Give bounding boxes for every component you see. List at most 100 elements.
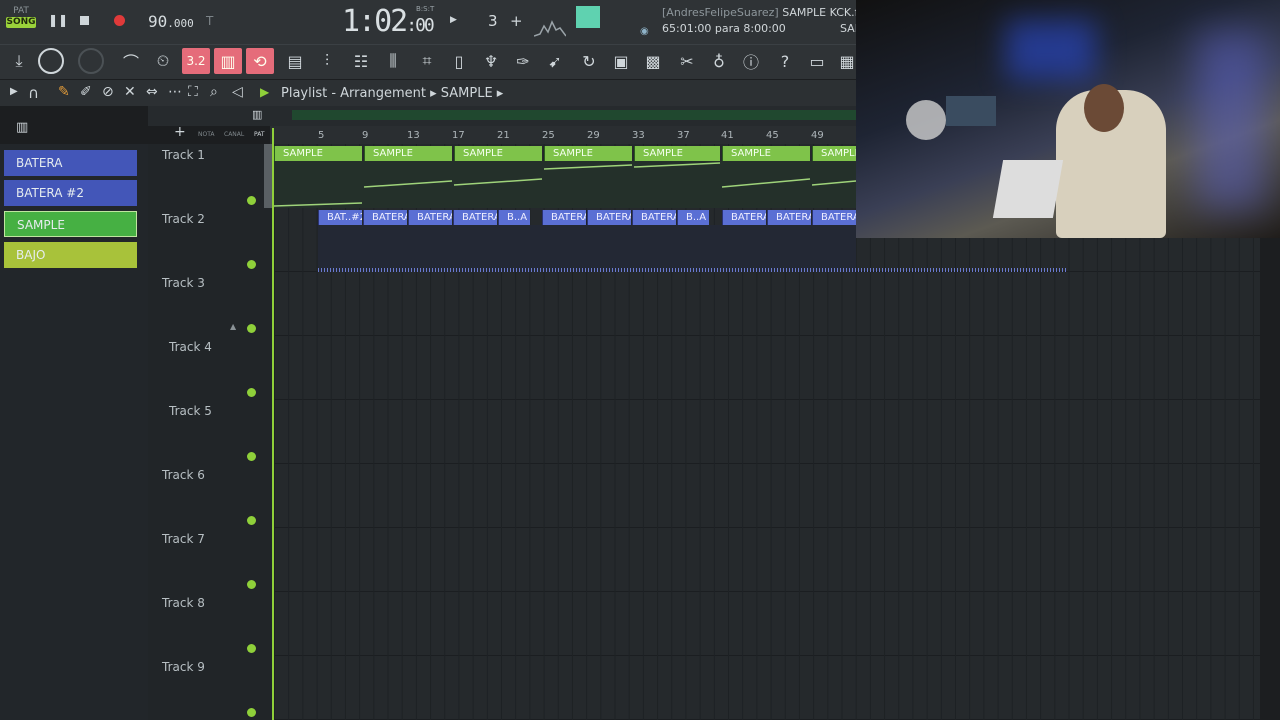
track-2-clip[interactable]: BATERA	[542, 210, 586, 225]
tempo-tap-icon[interactable]: T	[206, 14, 213, 28]
pattern-item-batera-2[interactable]: BATERA #2	[4, 180, 137, 206]
track-1-clip[interactable]: SAMPLE	[274, 146, 362, 161]
track-2-clip[interactable]: BATERA	[363, 210, 407, 225]
track-1-clip[interactable]: SAMPLE	[812, 146, 856, 161]
refresh-icon[interactable]: ↻	[578, 50, 600, 72]
zoom-tool-icon[interactable]: ⌕	[210, 84, 218, 100]
track-2-clip[interactable]: BATERA	[812, 210, 856, 225]
step-edit-icon[interactable]: ▥	[214, 48, 242, 74]
mute-tool-icon[interactable]: ✕	[124, 84, 136, 100]
eye-icon[interactable]: ◉	[640, 26, 649, 37]
track-1-clip[interactable]: SAMPLE	[454, 146, 542, 161]
slip-tool-icon[interactable]: ⇔	[146, 84, 158, 100]
track-1-mute-led[interactable]	[247, 196, 256, 205]
cut-icon[interactable]: ✂	[676, 50, 698, 72]
track-2-note-strip	[318, 268, 1068, 272]
track-1-label[interactable]: Track 1	[162, 148, 262, 162]
track-5-label[interactable]: Track 5	[169, 404, 269, 418]
pattern-item-sample[interactable]: SAMPLE	[4, 211, 137, 237]
track-1-clip[interactable]: SAMPLE	[544, 146, 632, 161]
master-pitch-knob[interactable]	[78, 48, 104, 74]
track-2-clip[interactable]: B..A	[498, 210, 530, 225]
track-2-clip[interactable]: BATERA	[453, 210, 497, 225]
playlist-view-icon[interactable]: ⫶	[316, 50, 338, 72]
track-8-label[interactable]: Track 8	[162, 596, 262, 610]
metronome-icon[interactable]: ⌒	[120, 50, 142, 72]
info-icon[interactable]: ⓘ	[740, 50, 762, 72]
track-2-label[interactable]: Track 2	[162, 212, 262, 226]
track-1-automation-curves	[274, 162, 856, 207]
channel-rack-icon[interactable]: ☷	[350, 50, 372, 72]
vertical-scrollbar[interactable]	[264, 144, 272, 208]
collapse-arrow-icon[interactable]: ▲	[230, 322, 236, 331]
piano-roll-icon[interactable]: ⌗	[416, 50, 438, 72]
track-3-label[interactable]: Track 3	[162, 276, 262, 290]
add-pattern-icon[interactable]: +	[510, 12, 523, 30]
pat-label[interactable]: PAT	[6, 6, 36, 17]
pattern-number[interactable]: 3	[488, 12, 498, 30]
loop-record-icon[interactable]: ⟲	[246, 48, 274, 74]
play-arrangement-icon[interactable]: ▶	[260, 85, 269, 99]
track-2-clip[interactable]: BATERA	[767, 210, 811, 225]
track-2-clip[interactable]: BAT..#2	[318, 210, 362, 225]
pattern-item-batera[interactable]: BATERA	[4, 150, 137, 176]
paint-brush-icon[interactable]: ✐	[80, 84, 92, 100]
playback-tool-icon[interactable]: ◁	[232, 84, 243, 100]
track-2-mute-led[interactable]	[247, 260, 256, 269]
piano-roll-small-icon[interactable]: ▥	[252, 108, 266, 121]
snap-magnet-icon[interactable]: ∩	[28, 84, 39, 102]
keyboard-icon[interactable]: ▦	[836, 50, 858, 72]
pattern-prev-icon[interactable]: ▶	[450, 15, 457, 25]
track-2-clip[interactable]: BATERA	[722, 210, 766, 225]
pat-song-switch[interactable]: PAT SONG	[6, 6, 36, 28]
track-1-clip[interactable]: SAMPLE	[634, 146, 720, 161]
draw-tool-icon[interactable]: ✎	[58, 84, 70, 100]
song-overview-bar[interactable]	[292, 110, 856, 120]
select-tool-icon[interactable]: ⛶	[188, 84, 198, 100]
track-2-clip[interactable]: BATERA	[408, 210, 452, 225]
song-label[interactable]: SONG	[6, 17, 36, 28]
browser-icon[interactable]: ▯	[448, 50, 470, 72]
track-2-clip[interactable]: BATERA	[632, 210, 676, 225]
stop-icon[interactable]	[80, 16, 89, 25]
track-9-label[interactable]: Track 9	[162, 660, 262, 674]
track-5-mute-led[interactable]	[247, 452, 256, 461]
track-1-clip[interactable]: SAMPLE	[364, 146, 452, 161]
add-track-icon[interactable]: +	[174, 124, 186, 140]
microphone-icon[interactable]: ♁	[708, 50, 730, 72]
render-icon[interactable]: ▩	[642, 50, 664, 72]
piano-icon[interactable]: ▥	[16, 120, 28, 135]
track-6-label[interactable]: Track 6	[162, 468, 262, 482]
delete-tool-icon[interactable]: ⊘	[102, 84, 114, 100]
pattern-item-bajo[interactable]: BAJO	[4, 242, 137, 268]
record-icon[interactable]	[114, 15, 125, 26]
wait-record-icon[interactable]: ⏲	[152, 50, 174, 72]
track-1-clip[interactable]: SAMPLE	[722, 146, 810, 161]
tempo-display[interactable]: 90.000	[148, 12, 194, 31]
mixer-icon[interactable]: ⫼	[382, 50, 404, 72]
track-4-label[interactable]: Track 4	[169, 340, 269, 354]
pause-icon[interactable]: ❚❚	[48, 13, 68, 27]
track-4-mute-led[interactable]	[247, 388, 256, 397]
plugin-icon[interactable]: ♆	[480, 50, 502, 72]
playlist-menu-icon[interactable]: ▶	[10, 86, 18, 97]
slice-tool-icon[interactable]: ⋯	[168, 84, 182, 100]
download-icon[interactable]: ⤓	[8, 50, 30, 72]
mixer-view-icon[interactable]: ▤	[284, 50, 306, 72]
paint-tool-icon[interactable]: ✑	[512, 50, 534, 72]
track-7-mute-led[interactable]	[247, 580, 256, 589]
track-6-mute-led[interactable]	[247, 516, 256, 525]
track-8-mute-led[interactable]	[247, 644, 256, 653]
master-volume-knob[interactable]	[38, 48, 64, 74]
help-icon[interactable]: ?	[774, 50, 796, 72]
track-9-mute-led[interactable]	[247, 708, 256, 717]
track-7-label[interactable]: Track 7	[162, 532, 262, 546]
track-2-clip[interactable]: BATERA	[587, 210, 631, 225]
track-2-clip[interactable]: B..A	[677, 210, 709, 225]
pencil-tool-icon[interactable]: ➹	[544, 50, 566, 72]
track-3-mute-led[interactable]	[247, 324, 256, 333]
countdown-toggle[interactable]: 3.2	[182, 48, 210, 74]
save-icon[interactable]: ▣	[610, 50, 632, 72]
window-icon[interactable]: ▭	[806, 50, 828, 72]
playhead-marker[interactable]	[272, 128, 274, 720]
